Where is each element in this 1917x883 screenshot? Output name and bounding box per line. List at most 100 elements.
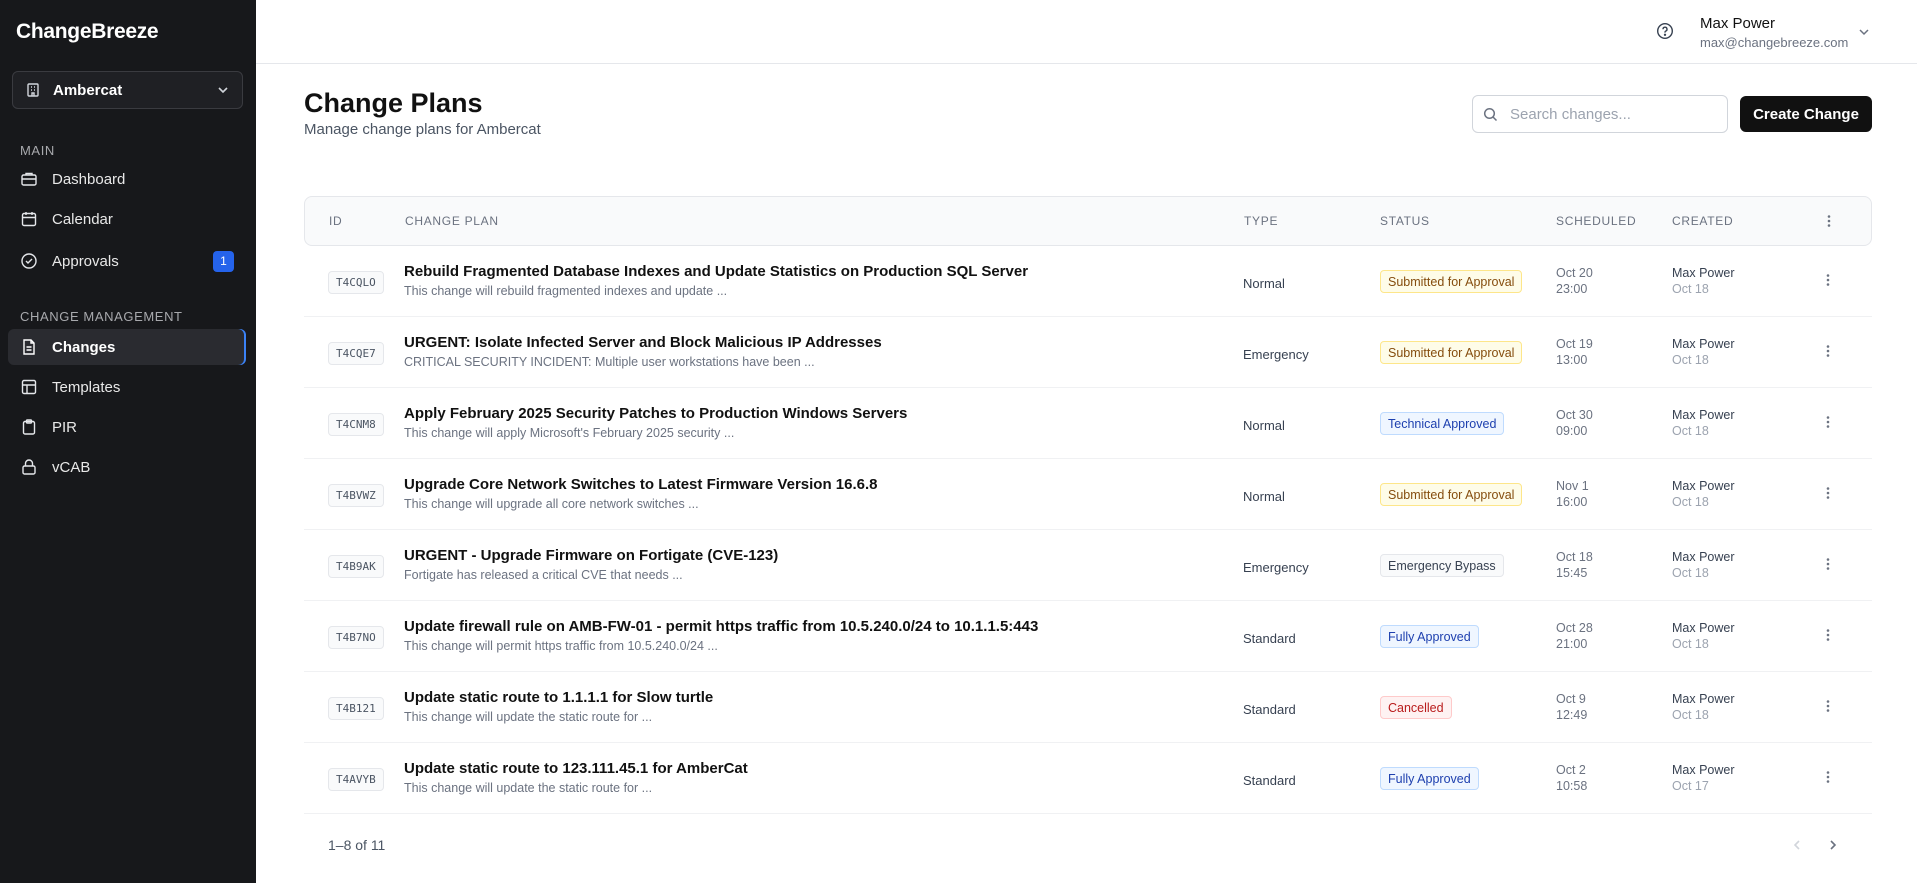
created-by: Max Power	[1672, 621, 1735, 635]
sidebar-item-label: Calendar	[52, 210, 113, 228]
document-icon	[20, 338, 38, 356]
table-row[interactable]: T4AVYB Update static route to 123.111.45…	[304, 743, 1872, 814]
change-type: Normal	[1243, 418, 1285, 433]
scheduled-date: Oct 28	[1556, 621, 1593, 635]
row-actions-icon[interactable]	[1820, 769, 1836, 790]
created-date: Oct 18	[1672, 637, 1709, 651]
change-type: Normal	[1243, 489, 1285, 504]
sidebar-item-label: Changes	[52, 338, 116, 356]
scheduled-datetime: Oct 9 12:49	[1556, 691, 1587, 723]
scheduled-date: Oct 19	[1556, 337, 1593, 351]
created-by: Max Power	[1672, 337, 1735, 351]
created-date: Oct 18	[1672, 424, 1709, 438]
table-row[interactable]: T4B9AK URGENT - Upgrade Firmware on Fort…	[304, 530, 1872, 601]
change-title[interactable]: URGENT - Upgrade Firmware on Fortigate (…	[404, 547, 778, 564]
created-date: Oct 18	[1672, 353, 1709, 367]
scheduled-time: 13:00	[1556, 353, 1588, 367]
change-title[interactable]: Update static route to 1.1.1.1 for Slow …	[404, 689, 713, 706]
sidebar-item-vcab[interactable]: vCAB	[8, 449, 246, 485]
templates-icon	[20, 378, 38, 396]
status-badge: Submitted for Approval	[1380, 270, 1523, 293]
row-actions-icon[interactable]	[1820, 414, 1836, 435]
table-row[interactable]: T4CQLO Rebuild Fragmented Database Index…	[304, 246, 1872, 317]
change-id: T4CNM8	[328, 413, 384, 436]
created-by: Max Power	[1672, 692, 1735, 706]
table-row[interactable]: T4BVWZ Upgrade Core Network Switches to …	[304, 459, 1872, 530]
sidebar-item-templates[interactable]: Templates	[8, 369, 246, 405]
scheduled-datetime: Nov 1 16:00	[1556, 478, 1589, 510]
search-input[interactable]	[1510, 105, 1710, 123]
sidebar-item-changes[interactable]: Changes	[8, 329, 246, 365]
user-email: max@changebreeze.com	[1700, 35, 1849, 50]
row-actions-icon[interactable]	[1820, 556, 1836, 577]
change-id: T4CQE7	[328, 342, 384, 365]
search-icon	[1483, 107, 1498, 122]
chevron-left-icon[interactable]	[1790, 838, 1804, 857]
scheduled-date: Oct 18	[1556, 550, 1593, 564]
row-actions-icon[interactable]	[1820, 485, 1836, 506]
change-id: T4AVYB	[328, 768, 384, 791]
created-by: Max Power	[1672, 763, 1735, 777]
page-title: Change Plans	[304, 88, 483, 118]
table-header: ID CHANGE PLAN TYPE STATUS SCHEDULED CRE…	[304, 196, 1872, 246]
help-icon[interactable]	[1656, 22, 1674, 45]
chevron-right-icon[interactable]	[1826, 838, 1840, 857]
sidebar-item-pir[interactable]: PIR	[8, 409, 246, 445]
created-info: Max Power Oct 18	[1672, 265, 1735, 297]
row-actions-icon[interactable]	[1820, 698, 1836, 719]
user-menu[interactable]: Max Power max@changebreeze.com	[1700, 15, 1848, 50]
search-box[interactable]	[1472, 95, 1728, 133]
change-title[interactable]: Apply February 2025 Security Patches to …	[404, 405, 907, 422]
table-row[interactable]: T4CNM8 Apply February 2025 Security Patc…	[304, 388, 1872, 459]
building-icon	[25, 82, 41, 98]
created-info: Max Power Oct 18	[1672, 549, 1735, 581]
created-by: Max Power	[1672, 479, 1735, 493]
row-actions-icon[interactable]	[1820, 627, 1836, 648]
created-info: Max Power Oct 17	[1672, 762, 1735, 794]
org-selector[interactable]: Ambercat	[12, 71, 243, 109]
column-header-scheduled[interactable]: SCHEDULED	[1556, 214, 1636, 228]
change-id: T4B7NO	[328, 626, 384, 649]
table-row[interactable]: T4B121 Update static route to 1.1.1.1 fo…	[304, 672, 1872, 743]
column-header-status[interactable]: STATUS	[1380, 214, 1430, 228]
column-options-icon[interactable]	[1821, 213, 1837, 234]
change-title[interactable]: Update firewall rule on AMB-FW-01 - perm…	[404, 618, 1038, 635]
scheduled-date: Oct 9	[1556, 692, 1586, 706]
column-header-id[interactable]: ID	[329, 214, 342, 228]
column-header-type[interactable]: TYPE	[1244, 214, 1278, 228]
table-row[interactable]: T4CQE7 URGENT: Isolate Infected Server a…	[304, 317, 1872, 388]
created-date: Oct 17	[1672, 779, 1709, 793]
column-header-change-plan[interactable]: CHANGE PLAN	[405, 214, 499, 228]
chevron-down-icon[interactable]	[1857, 25, 1871, 44]
change-description: This change will update the static route…	[404, 781, 653, 795]
create-change-button[interactable]: Create Change	[1740, 96, 1872, 132]
change-type: Standard	[1243, 702, 1296, 717]
change-type: Emergency	[1243, 560, 1309, 575]
lock-icon	[20, 458, 38, 476]
org-name: Ambercat	[53, 81, 123, 99]
scheduled-time: 15:45	[1556, 566, 1588, 580]
sidebar-item-label: Dashboard	[52, 170, 126, 188]
change-title[interactable]: Rebuild Fragmented Database Indexes and …	[404, 263, 1028, 280]
section-label-main: MAIN	[20, 143, 55, 158]
table-row[interactable]: T4B7NO Update firewall rule on AMB-FW-01…	[304, 601, 1872, 672]
brand-logo[interactable]: ChangeBreeze	[16, 20, 159, 44]
row-actions-icon[interactable]	[1820, 343, 1836, 364]
created-date: Oct 18	[1672, 282, 1709, 296]
created-info: Max Power Oct 18	[1672, 478, 1735, 510]
approvals-count-badge: 1	[213, 250, 234, 272]
column-header-created[interactable]: CREATED	[1672, 214, 1733, 228]
sidebar-item-calendar[interactable]: Calendar	[8, 201, 246, 237]
change-title[interactable]: Update static route to 123.111.45.1 for …	[404, 760, 748, 777]
change-id: T4B9AK	[328, 555, 384, 578]
change-title[interactable]: URGENT: Isolate Infected Server and Bloc…	[404, 334, 882, 351]
change-type: Normal	[1243, 276, 1285, 291]
status-badge: Emergency Bypass	[1380, 554, 1504, 577]
change-title[interactable]: Upgrade Core Network Switches to Latest …	[404, 476, 878, 493]
sidebar-item-dashboard[interactable]: Dashboard	[8, 161, 246, 197]
row-actions-icon[interactable]	[1820, 272, 1836, 293]
scheduled-date: Oct 2	[1556, 763, 1586, 777]
created-info: Max Power Oct 18	[1672, 620, 1735, 652]
sidebar-item-approvals[interactable]: Approvals 1	[8, 243, 246, 279]
created-by: Max Power	[1672, 550, 1735, 564]
